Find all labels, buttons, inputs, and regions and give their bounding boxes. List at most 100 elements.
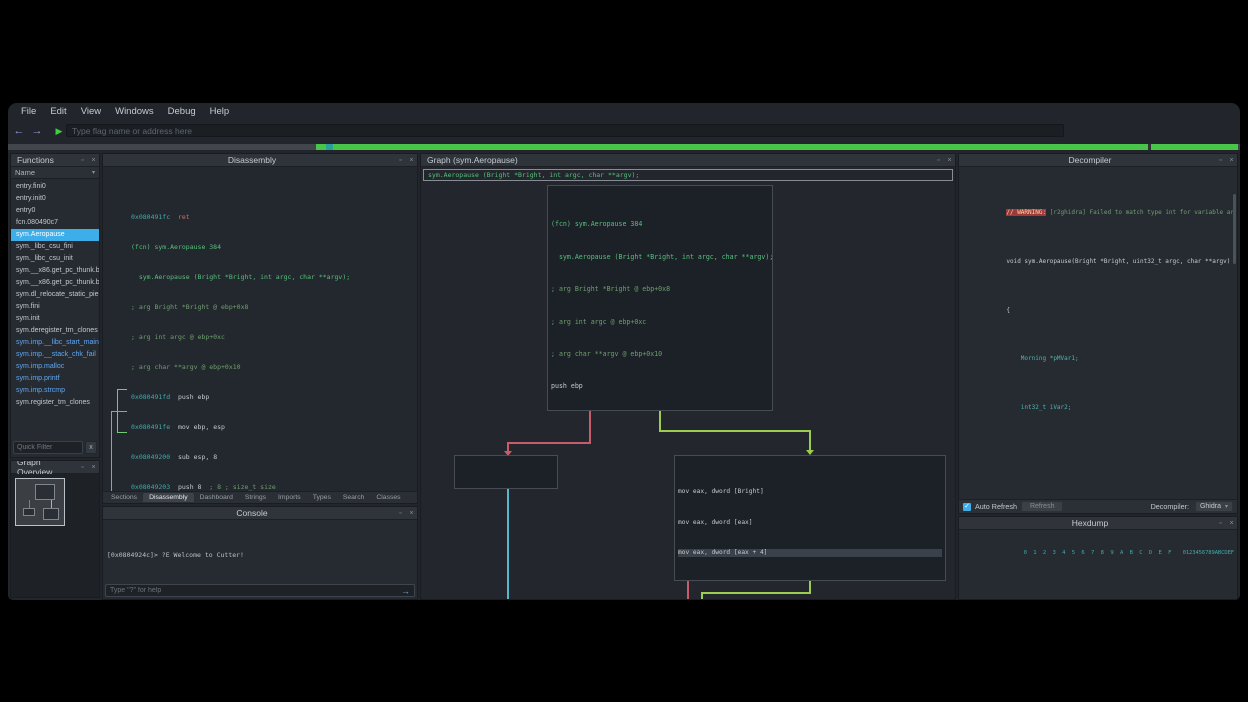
close-icon[interactable]: × [406,510,417,517]
hex-columns-label: 0 1 2 3 4 5 6 7 8 9 A B C D E F [1024,549,1183,558]
flag-search-input[interactable] [66,124,1064,137]
function-item[interactable]: entry.init0 [11,193,99,205]
back-arrow-icon[interactable]: ← [12,125,26,137]
decompiler-line[interactable]: int32_t iVar2; [963,396,1233,420]
close-icon[interactable]: × [88,157,99,164]
function-item[interactable]: sym.Aeropause [11,229,99,241]
graph-node-line: mov eax, dword [Bright] [678,488,942,496]
graph-edge-false [507,442,591,444]
disassembly-line[interactable]: (fcn) sym.Aeropause 384 [131,244,417,252]
panel-title: Hexdump [959,518,1215,528]
disassembly-line[interactable]: ; arg int argc @ ebp+0xc [131,334,417,342]
menu-item[interactable]: Help [203,104,237,119]
widget-tab[interactable]: Types [307,493,337,502]
graph-edge-true [659,430,811,432]
detach-icon[interactable]: ▫ [395,510,406,517]
decompiler-line[interactable] [963,444,1233,468]
widget-tab[interactable]: Imports [272,493,307,502]
function-item[interactable]: sym.imp.printf [11,373,99,385]
graph-overview-minimap[interactable] [11,474,99,597]
graph-node-false-branch[interactable]: mov eax, dword [Bright] mov dword [eax +… [454,455,558,489]
function-signature-bar[interactable]: sym.Aeropause (Bright *Bright, int argc,… [423,169,953,181]
decompiler-line[interactable]: { [963,299,1233,323]
refresh-button[interactable]: Refresh [1021,501,1064,512]
function-item[interactable]: sym.init [11,313,99,325]
function-item[interactable]: sym.__x86.get_pc_thunk.bx [11,277,99,289]
detach-icon[interactable]: ▫ [1215,520,1226,527]
graph-node-true-branch[interactable]: mov eax, dword [Bright] mov eax, dword [… [674,455,946,581]
disassembly-line[interactable]: ; arg char **argv @ ebp+0x10 [131,364,417,372]
menu-item[interactable]: Windows [108,104,161,119]
instruction-text: push ebp [178,394,209,402]
disassembly-line[interactable]: 0x080491fd push ebp [131,394,417,402]
decompiler-line[interactable]: Morning *pMVar1; [963,347,1233,371]
close-icon[interactable]: × [944,157,955,164]
detach-icon[interactable]: ▫ [933,157,944,164]
graph-node-entry[interactable]: (fcn) sym.Aeropause 384 sym.Aeropause (B… [547,185,773,411]
graph-overview-header: Graph Overview ▫ × [11,461,99,474]
panel-title: Functions [11,155,77,165]
function-item[interactable]: sym.__x86.get_pc_thunk.bp [11,265,99,277]
disassembly-line[interactable]: 0x080491fc ret [131,214,417,222]
function-item[interactable]: sym.imp.__libc_start_main [11,337,99,349]
detach-icon[interactable]: ▫ [1215,157,1226,164]
send-command-icon[interactable]: → [397,586,414,596]
widget-tab[interactable]: Disassembly [143,493,194,502]
disassembly-line[interactable]: ; arg Bright *Bright @ ebp+0x8 [131,304,417,312]
instruction-text: ; arg int argc @ ebp+0xc [131,334,225,342]
functions-column-header[interactable]: Name ▾ [11,167,99,179]
function-item[interactable]: sym._libc_csu_fini [11,241,99,253]
function-item[interactable]: sym._libc_csu_init [11,253,99,265]
menu-item[interactable]: View [74,104,108,119]
function-item[interactable]: sym.fini [11,301,99,313]
detach-icon[interactable]: ▫ [77,464,88,471]
widget-tab[interactable]: Search [337,493,371,502]
close-icon[interactable]: × [406,157,417,164]
address-colorbar[interactable] [8,144,1240,150]
decompiler-header: Decompiler ▫ × [959,154,1237,167]
detach-icon[interactable]: ▫ [77,157,88,164]
disassembly-line[interactable]: 0x08049200 sub esp, 8 [131,454,417,462]
function-item[interactable]: entry0 [11,205,99,217]
decompiler-select-value: Ghidra [1200,503,1221,510]
menu-item[interactable]: File [14,104,43,119]
function-item[interactable]: sym.imp.__stack_chk_fail [11,349,99,361]
decompiler-line[interactable]: // WARNING: [r2ghidra] Failed to match t… [963,201,1233,225]
function-item[interactable]: fcn.080490c7 [11,217,99,229]
disassembly-line[interactable]: sym.Aeropause (Bright *Bright, int argc,… [131,274,417,282]
forward-arrow-icon[interactable]: → [30,125,44,137]
instruction-text: (fcn) sym.Aeropause 384 [131,244,221,252]
function-item[interactable]: sym.dl_relocate_static_pie [11,289,99,301]
menu-item[interactable]: Debug [161,104,203,119]
function-item[interactable]: sym.imp.malloc [11,361,99,373]
auto-refresh-checkbox[interactable]: ✓ [963,503,971,511]
widget-tab[interactable]: Strings [239,493,272,502]
detach-icon[interactable]: ▫ [395,157,406,164]
close-icon[interactable]: × [1226,157,1237,164]
widget-tab[interactable]: Classes [370,493,406,502]
function-item[interactable]: sym.imp.strcmp [11,385,99,397]
column-header-label: Name [15,168,35,177]
widget-tab-bar: Sections Disassembly Dashboard Strings I… [103,491,417,503]
graph-node-line: mov eax, dword [eax] [678,519,942,527]
disassembly-line[interactable]: 0x08049203 push 8 ; 8 ; size_t size [131,484,417,491]
close-icon[interactable]: × [88,464,99,471]
play-icon[interactable]: ▶ [52,126,66,137]
decompiler-select[interactable]: Ghidra ▾ [1195,501,1233,512]
clear-filter-icon[interactable]: x [85,441,97,454]
decompiler-panel: Decompiler ▫ × // WARNING: [r2ghidra] Fa… [958,153,1238,514]
function-item[interactable]: sym.deregister_tm_clones [11,325,99,337]
console-input[interactable] [106,587,397,594]
quick-filter-input[interactable] [13,441,83,454]
scrollbar-thumb[interactable] [1233,194,1236,264]
widget-tab[interactable]: Dashboard [194,493,239,502]
function-item[interactable]: sym.register_tm_clones [11,397,99,409]
close-icon[interactable]: × [1226,520,1237,527]
widget-tab[interactable]: Sections [105,493,143,502]
hexdump-header: Hexdump ▫ × [959,517,1237,530]
hexdump-body: .0 1 2 3 4 5 6 7 8 9 A B C D E F01234567… [959,530,1237,599]
disassembly-line[interactable]: 0x080491fe mov ebp, esp [131,424,417,432]
decompiler-line[interactable]: void sym.Aeropause(Bright *Bright, uint3… [963,250,1233,274]
menu-item[interactable]: Edit [43,104,73,119]
function-item[interactable]: entry.fini0 [11,181,99,193]
